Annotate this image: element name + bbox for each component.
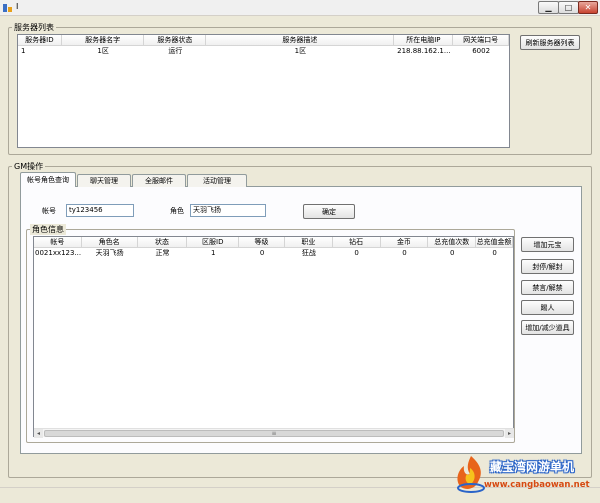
table-cell: 天羽飞扬 (95, 249, 124, 257)
column-header[interactable]: 服务器名字 (62, 35, 145, 45)
role-info-list-view[interactable]: 帐号 角色名 状态 区服ID 等级 职业 钻石 金币 总充值次数 总充值金额 0… (33, 236, 514, 437)
table-cell: 6002 (472, 47, 491, 55)
ban-unban-button[interactable]: 封停/解封 (521, 259, 574, 274)
kick-player-button[interactable]: 踢人 (521, 300, 574, 315)
column-header[interactable]: 钻石 (333, 237, 381, 247)
server-list-title: 服务器列表 (12, 22, 56, 33)
column-header[interactable]: 角色名 (82, 237, 138, 247)
window-title: I (16, 2, 19, 11)
role-info-title: 角色信息 (30, 224, 66, 235)
table-cell: 0 (492, 249, 497, 257)
maximize-button[interactable]: □ (558, 1, 579, 14)
column-header[interactable]: 职业 (285, 237, 333, 247)
table-row[interactable]: 0021xx123... 天羽飞扬 正常 1 0 狂战 0 0 0 0 (34, 248, 513, 258)
mute-unmute-button[interactable]: 禁言/解禁 (521, 280, 574, 295)
table-cell: 正常 (155, 249, 170, 257)
server-list-view[interactable]: 服务器ID 服务器名字 服务器状态 服务器描述 所在电脑IP 网关端口号 1 1… (17, 34, 510, 148)
column-header[interactable]: 服务器描述 (206, 35, 395, 45)
table-cell: 218.88.162.1... (397, 47, 451, 55)
tab-event-management[interactable]: 活动管理 (187, 174, 247, 187)
table-cell: 0 (259, 249, 265, 257)
role-info-header: 帐号 角色名 状态 区服ID 等级 职业 钻石 金币 总充值次数 总充值金额 (34, 237, 513, 248)
table-cell: 0021xx123... (35, 249, 82, 257)
column-header[interactable]: 服务器状态 (144, 35, 207, 45)
table-row[interactable]: 1 1区 运行 1区 218.88.162.1... 6002 (18, 46, 509, 56)
tab-server-mail[interactable]: 全服邮件 (132, 174, 186, 187)
table-cell: 1 (21, 47, 26, 55)
column-header[interactable]: 所在电脑IP (394, 35, 454, 45)
watermark-logo: 藏宝湾网游单机 www.cangbaowan.net (454, 452, 594, 500)
table-cell: 0 (450, 249, 455, 257)
column-header[interactable]: 区服ID (187, 237, 240, 247)
tab-account-role-query[interactable]: 帐号角色查询 (20, 172, 76, 187)
role-label: 角色 (170, 207, 184, 215)
column-header[interactable]: 等级 (239, 237, 285, 247)
column-header[interactable]: 网关端口号 (453, 35, 510, 45)
add-yuanbao-button[interactable]: 增加元宝 (521, 237, 574, 252)
horizontal-scrollbar[interactable]: ◂ ≡ ▸ (34, 428, 514, 438)
refresh-server-list-button[interactable]: 刷新服务器列表 (520, 35, 580, 50)
column-header[interactable]: 金币 (381, 237, 429, 247)
scroll-right-icon[interactable]: ▸ (505, 429, 514, 438)
minimize-button[interactable]: ▁ (538, 1, 559, 14)
table-cell: 运行 (168, 47, 183, 55)
watermark-url: www.cangbaowan.net (484, 480, 590, 490)
column-header[interactable]: 总充值次数 (428, 237, 477, 247)
confirm-button[interactable]: 确定 (303, 204, 355, 219)
close-button[interactable]: ✕ (578, 1, 598, 14)
column-header[interactable]: 总充值金额 (476, 237, 513, 247)
table-cell: 1 (211, 249, 216, 257)
app-icon (3, 4, 12, 12)
table-cell: 狂战 (301, 249, 316, 257)
role-input[interactable]: 天羽飞扬 (190, 204, 266, 217)
table-cell: 1区 (294, 47, 307, 55)
gm-operations-title: GM操作 (12, 161, 46, 172)
flame-logo-icon (457, 456, 485, 493)
column-header[interactable]: 状态 (138, 237, 188, 247)
title-bar: I ▁ □ ✕ (0, 0, 600, 16)
table-cell: 0 (354, 249, 359, 257)
account-input[interactable]: ty123456 (66, 204, 134, 217)
watermark-text: 藏宝湾网游单机 (490, 460, 575, 474)
tab-chat-management[interactable]: 聊天管理 (77, 174, 131, 187)
table-cell: 1区 (97, 47, 109, 55)
column-header[interactable]: 帐号 (34, 237, 82, 247)
server-list-header: 服务器ID 服务器名字 服务器状态 服务器描述 所在电脑IP 网关端口号 (18, 35, 510, 46)
scroll-left-icon[interactable]: ◂ (34, 429, 43, 438)
account-label: 帐号 (42, 207, 56, 215)
column-header[interactable]: 服务器ID (18, 35, 62, 45)
scroll-thumb[interactable]: ≡ (44, 430, 504, 437)
table-cell: 0 (402, 249, 407, 257)
add-remove-item-button[interactable]: 增加/减少道具 (521, 320, 574, 335)
